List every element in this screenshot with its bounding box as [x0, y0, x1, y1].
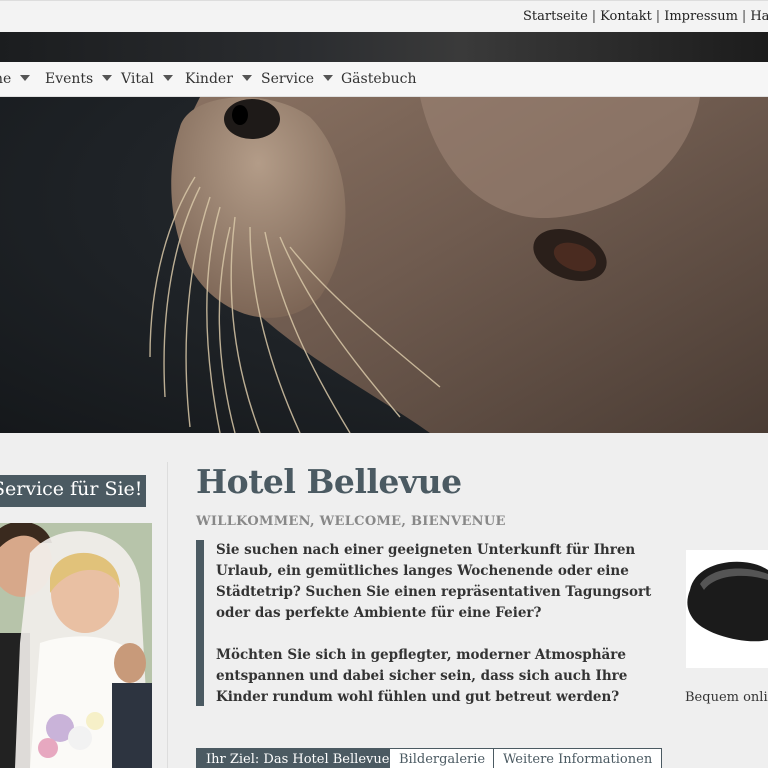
wedding-photo[interactable]: [0, 523, 152, 768]
top-link-kontakt[interactable]: Kontakt: [600, 9, 652, 24]
page-title: Hotel Bellevue: [196, 462, 462, 501]
nav-item-label: Vital: [121, 71, 154, 87]
chevron-down-icon: [20, 75, 31, 81]
intro-paragraph-1: Sie suchen nach einer geeigneten Unterku…: [216, 542, 652, 621]
nav-item-kinder[interactable]: Kinder: [185, 71, 252, 87]
nav-item-label: Events: [45, 71, 94, 87]
chevron-down-icon: [241, 75, 252, 81]
sidebar-heading: Service für Sie!: [0, 475, 146, 507]
tab-bildergalerie[interactable]: Bildergalerie: [389, 748, 496, 768]
chevron-down-icon: [323, 75, 334, 81]
nav-item-gaestebuch[interactable]: Gästebuch: [341, 71, 416, 87]
nav-item-vital[interactable]: Vital: [121, 71, 173, 87]
chevron-down-icon: [162, 75, 173, 81]
intro-paragraph-2: Möchten Sie sich in gepflegter, moderner…: [216, 647, 628, 705]
product-caption: Bequem onlin: [685, 690, 768, 705]
chevron-down-icon: [102, 75, 113, 81]
main-nav: ne Events Vital Kinder Service Gästebuch: [0, 62, 768, 97]
wedding-illustration: [0, 523, 152, 768]
nav-item-events[interactable]: Events: [45, 71, 113, 87]
nav-item-label: Service: [261, 71, 315, 87]
computer-mouse-icon: [686, 550, 768, 668]
hero-image: [0, 97, 768, 433]
top-link-impressum[interactable]: Impressum: [664, 9, 738, 24]
nav-item-label: Kinder: [185, 71, 233, 87]
top-link-haftung[interactable]: Haftu: [750, 9, 768, 24]
header-band: [0, 32, 768, 62]
product-image[interactable]: [686, 550, 768, 668]
top-link-startseite[interactable]: Startseite: [523, 9, 588, 24]
tab-weitere-informationen[interactable]: Weitere Informationen: [493, 748, 663, 768]
intro-quote: Sie suchen nach einer geeigneten Unterku…: [196, 540, 678, 706]
nav-item-label: Gästebuch: [341, 71, 417, 87]
nav-item-service[interactable]: Service: [261, 71, 334, 87]
sea-lion-illustration: [149, 97, 768, 433]
nav-item-label: ne: [0, 71, 12, 87]
top-utility-bar: Startseite|Kontakt|Impressum|Haftu: [0, 0, 768, 32]
tab-hotel-bellevue[interactable]: Ihr Ziel: Das Hotel Bellevue: [196, 748, 400, 768]
page-subtitle: WILLKOMMEN, WELCOME, BIENVENUE: [196, 514, 506, 529]
nav-item-home[interactable]: ne: [0, 71, 31, 87]
top-links: Startseite|Kontakt|Impressum|Haftu: [523, 9, 768, 24]
